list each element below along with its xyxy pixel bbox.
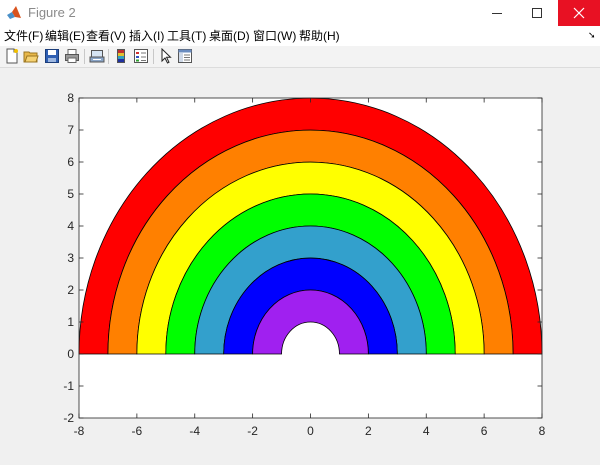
menu-insert[interactable]: 插入(I) xyxy=(129,28,164,44)
y-tick-label: 4 xyxy=(67,219,74,233)
save-icon[interactable] xyxy=(44,48,60,64)
open-file-icon[interactable] xyxy=(23,48,39,64)
y-tick-label: 1 xyxy=(67,315,74,329)
x-tick-label: 8 xyxy=(539,424,546,438)
y-tick-label: 8 xyxy=(67,91,74,105)
x-tick-label: 6 xyxy=(481,424,488,438)
x-tick-label: 0 xyxy=(307,424,314,438)
dock-arrow-icon[interactable]: ➘ xyxy=(588,30,596,41)
toolbar-separator xyxy=(108,49,109,64)
y-tick-label: 7 xyxy=(67,123,74,137)
new-figure-icon[interactable] xyxy=(4,48,20,64)
matlab-logo-icon xyxy=(7,6,21,19)
insert-colorbar-icon[interactable] xyxy=(113,48,129,64)
edit-plot-arrow-icon[interactable] xyxy=(158,48,174,64)
menu-file[interactable]: 文件(F) xyxy=(4,28,43,44)
maximize-button[interactable] xyxy=(518,0,556,26)
y-tick-label: 5 xyxy=(67,187,74,201)
figure-canvas[interactable]: -8 -6 -4 -2 0 2 4 6 8 -2 -1 0 1 2 3 4 5 6 7 8 xyxy=(0,68,600,465)
y-tick-label: 3 xyxy=(67,251,74,265)
menu-window[interactable]: 窗口(W) xyxy=(253,28,296,44)
menu-edit[interactable]: 编辑(E) xyxy=(45,28,85,44)
figure-window: Figure 2 文件(F) 编辑(E) 查看(V) 插入(I) 工具(T) 桌… xyxy=(0,0,600,465)
insert-legend-icon[interactable] xyxy=(133,48,149,64)
close-icon xyxy=(573,7,585,19)
window-title: Figure 2 xyxy=(28,5,76,20)
x-tick-label: -4 xyxy=(189,424,200,438)
y-tick-label: 0 xyxy=(67,347,74,361)
x-tick-label: 2 xyxy=(365,424,372,438)
property-inspector-icon[interactable] xyxy=(177,48,193,64)
y-tick-label: -2 xyxy=(63,411,74,425)
toolbar-separator xyxy=(84,49,85,64)
plot-axes[interactable]: -8 -6 -4 -2 0 2 4 6 8 -2 -1 0 1 2 3 4 5 6 7 8 xyxy=(0,68,600,465)
y-tick-label: 2 xyxy=(67,283,74,297)
menu-tools[interactable]: 工具(T) xyxy=(167,28,206,44)
x-tick-label: -8 xyxy=(74,424,85,438)
close-button[interactable] xyxy=(558,0,600,26)
toolbar-separator xyxy=(153,49,154,64)
menu-help[interactable]: 帮助(H) xyxy=(299,28,340,44)
y-tick-label: -1 xyxy=(63,379,74,393)
x-tick-label: -6 xyxy=(132,424,143,438)
maximize-icon xyxy=(532,8,542,18)
minimize-icon xyxy=(492,13,502,14)
x-tick-label: -2 xyxy=(247,424,258,438)
y-tick-label: 6 xyxy=(67,155,74,169)
x-tick-label: 4 xyxy=(423,424,430,438)
menu-bar: 文件(F) 编辑(E) 查看(V) 插入(I) 工具(T) 桌面(D) 窗口(W… xyxy=(0,26,600,46)
title-bar[interactable]: Figure 2 xyxy=(0,0,600,26)
minimize-button[interactable] xyxy=(478,0,516,26)
link-plot-icon[interactable] xyxy=(89,48,105,64)
menu-view[interactable]: 查看(V) xyxy=(86,28,126,44)
figure-toolbar xyxy=(0,46,600,68)
menu-desktop[interactable]: 桌面(D) xyxy=(209,28,250,44)
print-icon[interactable] xyxy=(64,48,80,64)
